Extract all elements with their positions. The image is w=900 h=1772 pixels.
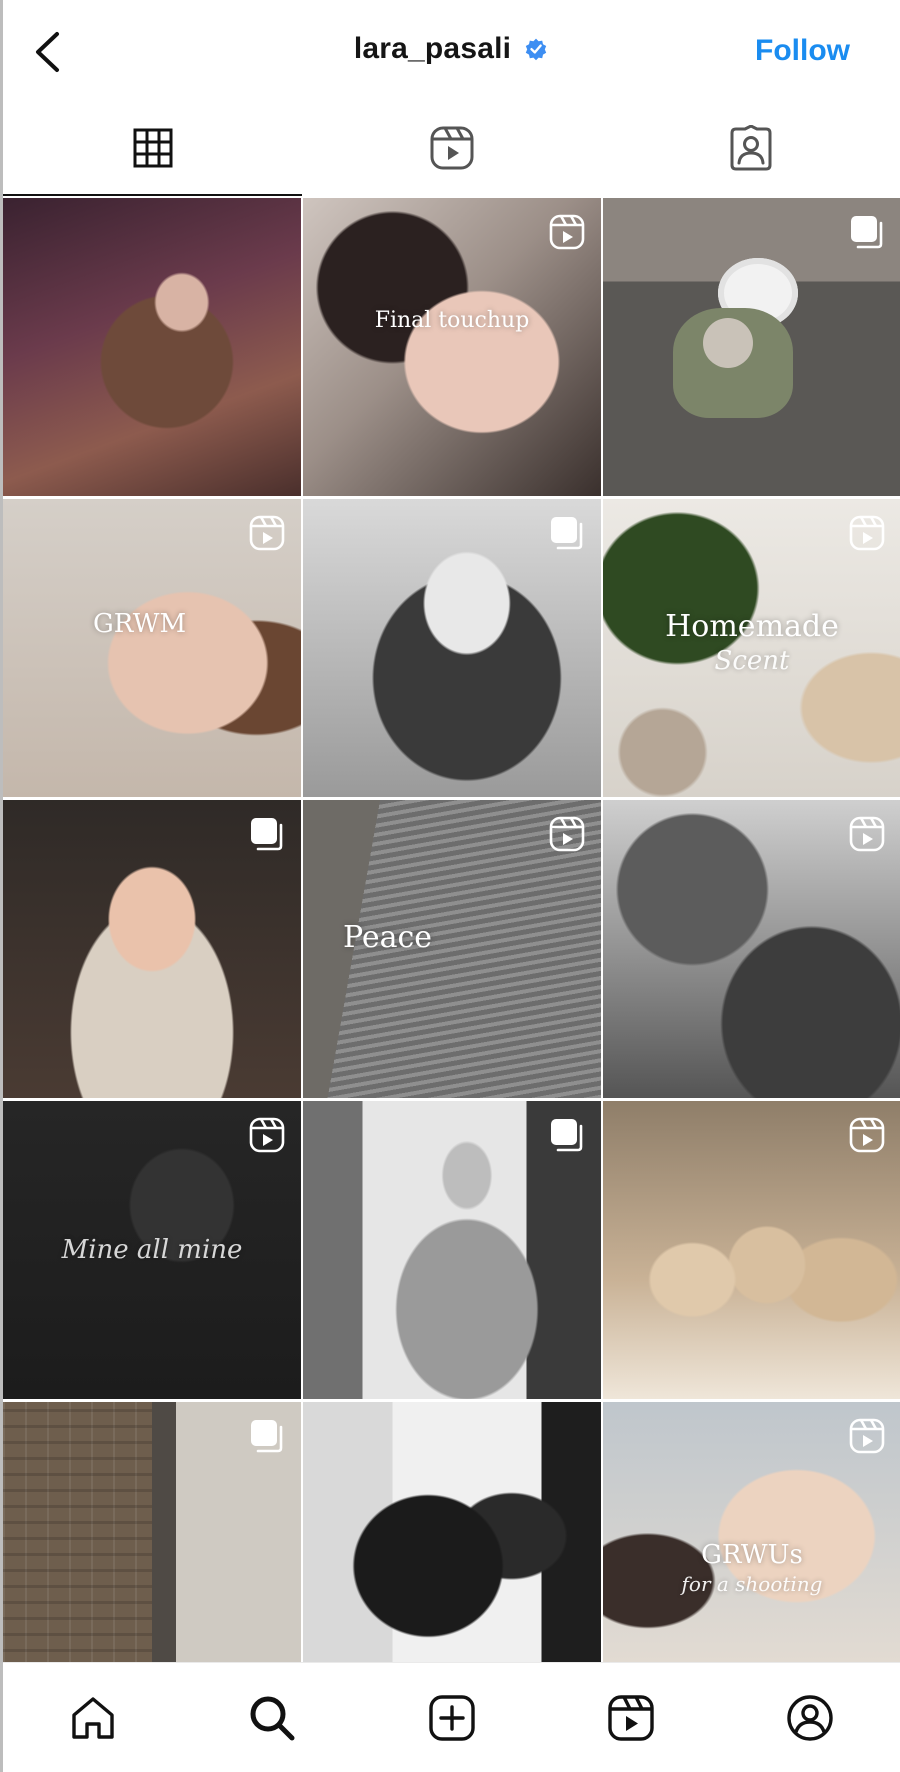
post-tile[interactable]: Mine all mine xyxy=(3,1101,301,1399)
verified-badge-icon xyxy=(525,38,547,61)
profile-header: lara_pasali Follow xyxy=(3,0,900,100)
carousel-badge-icon xyxy=(251,818,283,851)
post-tile[interactable]: Homemade Scent xyxy=(603,499,900,797)
reel-badge-icon xyxy=(249,1117,285,1153)
post-overlay-text: Mine all mine xyxy=(3,1233,301,1265)
posts-grid: Final touchup GRWM Homemade Scent Peace … xyxy=(3,198,900,1700)
post-tile[interactable] xyxy=(3,198,301,496)
profile-screen: lara_pasali Follow Final touchup GRWM Ho… xyxy=(0,0,900,1772)
post-tile[interactable] xyxy=(303,499,601,797)
home-icon xyxy=(72,1696,114,1739)
nav-home[interactable] xyxy=(3,1663,182,1772)
photo-detail xyxy=(3,1402,152,1700)
post-tile[interactable]: Final touchup xyxy=(303,198,601,496)
reel-badge-icon xyxy=(549,214,585,250)
post-tile[interactable] xyxy=(603,198,900,496)
reel-badge-icon xyxy=(849,515,885,551)
overlay-main-text: Final touchup xyxy=(374,308,530,333)
profile-username: lara_pasali xyxy=(353,32,512,65)
profile-icon xyxy=(787,1694,834,1741)
post-tile[interactable] xyxy=(603,800,900,1098)
post-overlay-text: Final touchup xyxy=(303,308,601,333)
nav-profile[interactable] xyxy=(721,1663,900,1772)
post-tile[interactable] xyxy=(3,1402,301,1700)
post-tile[interactable] xyxy=(303,1402,601,1700)
reels-icon xyxy=(608,1694,654,1741)
post-overlay-text: GRWM xyxy=(93,609,301,639)
bottom-navigation xyxy=(3,1662,900,1772)
overlay-sub-text: Scent xyxy=(714,646,790,676)
post-overlay-text: Peace xyxy=(343,920,432,955)
post-tile[interactable]: GRWUs for a shooting xyxy=(603,1402,900,1700)
overlay-sub-text: for a shooting xyxy=(681,1572,823,1596)
post-tile[interactable]: Peace xyxy=(303,800,601,1098)
overlay-main-text: GRWUs xyxy=(701,1540,803,1570)
carousel-badge-icon xyxy=(551,1119,583,1152)
tagged-person-icon xyxy=(730,125,771,171)
overlay-main-text: Peace xyxy=(343,920,433,955)
nav-create[interactable] xyxy=(362,1663,541,1772)
carousel-badge-icon xyxy=(251,1420,283,1453)
tab-reels[interactable] xyxy=(302,100,601,196)
post-tile[interactable] xyxy=(303,1101,601,1399)
carousel-badge-icon xyxy=(851,216,883,249)
grid-icon xyxy=(133,128,172,168)
reel-badge-icon xyxy=(849,816,885,852)
overlay-main-text: Homemade xyxy=(665,609,839,644)
reel-badge-icon xyxy=(849,1117,885,1153)
nav-reels[interactable] xyxy=(541,1663,720,1772)
reels-icon xyxy=(430,126,473,170)
reel-badge-icon xyxy=(549,816,585,852)
reel-badge-icon xyxy=(849,1418,885,1454)
tab-posts-grid[interactable] xyxy=(3,100,302,196)
post-overlay-text: GRWUs for a shooting xyxy=(603,1540,900,1596)
reel-badge-icon xyxy=(249,515,285,551)
post-tile[interactable]: GRWM xyxy=(3,499,301,797)
photo-detail xyxy=(703,318,753,368)
post-overlay-text: Homemade Scent xyxy=(603,609,900,676)
carousel-badge-icon xyxy=(551,517,583,550)
follow-button[interactable]: Follow xyxy=(755,34,850,68)
search-icon xyxy=(250,1696,295,1740)
post-tile[interactable] xyxy=(603,1101,900,1399)
post-tile[interactable] xyxy=(3,800,301,1098)
nav-search[interactable] xyxy=(182,1663,361,1772)
add-post-icon xyxy=(428,1694,475,1741)
profile-tabs xyxy=(3,100,900,196)
overlay-sub-text: Mine all mine xyxy=(61,1235,243,1265)
overlay-main-text: GRWM xyxy=(93,609,187,639)
tab-tagged[interactable] xyxy=(601,100,900,196)
